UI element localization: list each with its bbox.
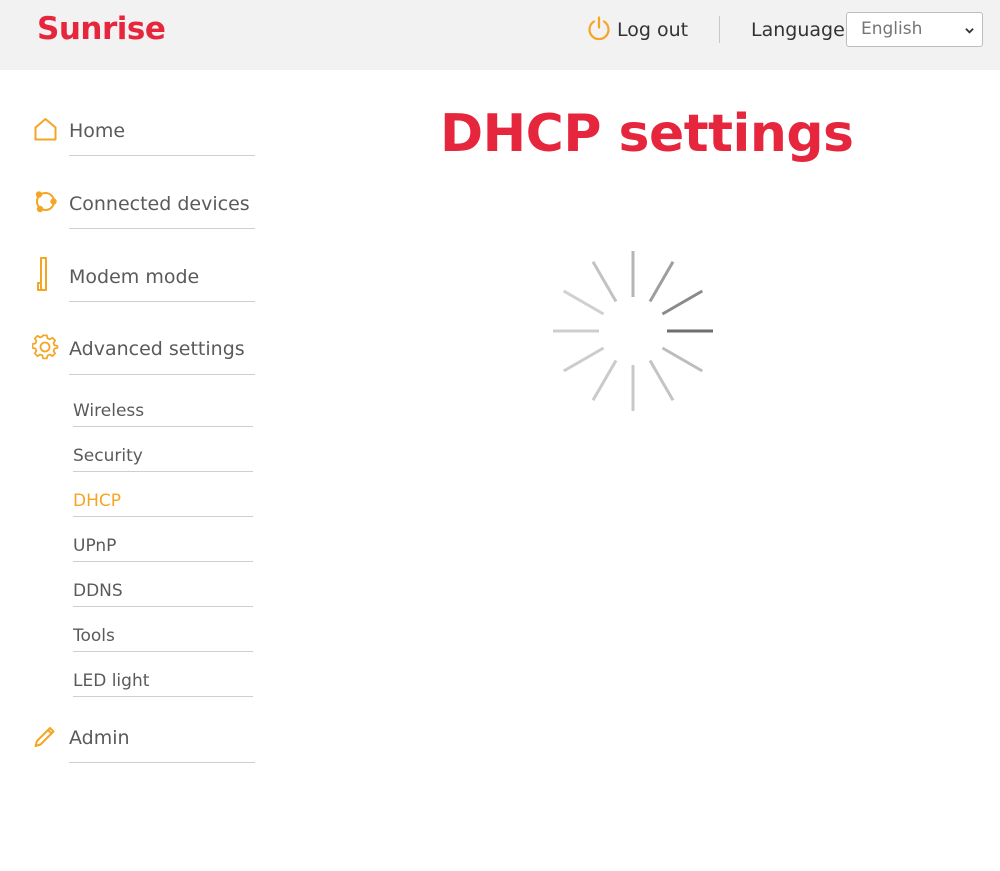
spinner-spoke (661, 346, 704, 373)
sidebar-subitem-label-active: DHCP (73, 491, 121, 511)
header-divider (719, 16, 720, 43)
spinner-spoke (648, 359, 675, 402)
sidebar-item-label: Home (69, 120, 126, 142)
sidebar-subitem-wireless[interactable]: Wireless (73, 401, 253, 427)
pencil-icon (34, 727, 55, 747)
spinner-spoke (591, 359, 618, 402)
language-selected-value: English (861, 19, 923, 39)
divider (73, 606, 253, 607)
sidebar-item-home[interactable]: Home (32, 116, 255, 156)
modem-icon (37, 257, 47, 291)
divider (73, 426, 253, 427)
divider (69, 762, 255, 763)
logout-label: Log out (617, 19, 689, 41)
divider (69, 155, 255, 156)
top-header: Sunrise Log out Language English (0, 0, 1000, 70)
gear-icon (32, 334, 59, 360)
sidebar-subitem-dhcp[interactable]: DHCP (73, 491, 253, 517)
sidebar-subitem-tools[interactable]: Tools (73, 626, 253, 652)
sidebar-subitem-label: UPnP (73, 536, 117, 556)
divider (73, 696, 253, 697)
logout-button[interactable]: Log out (586, 16, 688, 44)
sidebar-subitem-ddns[interactable]: DDNS (73, 581, 253, 607)
sidebar-subitem-label: DDNS (73, 581, 123, 601)
power-icon (586, 15, 612, 45)
spinner-spoke (562, 289, 605, 316)
sidebar-subitem-label: Tools (73, 626, 115, 646)
sunrise-logo[interactable]: Sunrise (37, 11, 166, 47)
language-select[interactable]: English (846, 12, 983, 47)
sidebar-item-label: Connected devices (69, 193, 250, 215)
sidebar-item-modem-mode[interactable]: Modem mode (32, 256, 255, 302)
connected-devices-icon (35, 191, 57, 213)
divider (73, 471, 253, 472)
sidebar-item-label: Advanced settings (69, 338, 245, 360)
sidebar-subitem-security[interactable]: Security (73, 446, 253, 472)
divider (73, 561, 253, 562)
divider (69, 301, 255, 302)
page-title: DHCP settings (440, 104, 854, 164)
spinner-spoke (648, 260, 675, 303)
divider (73, 516, 253, 517)
sidebar-subitem-label: Wireless (73, 401, 145, 421)
sidebar-item-admin[interactable]: Admin (32, 722, 255, 763)
sidebar-subitem-label: Security (73, 446, 143, 466)
home-icon (34, 118, 57, 141)
language-label: Language (751, 19, 845, 41)
spinner-spoke (562, 346, 605, 373)
divider (69, 228, 255, 229)
spinner-spoke (661, 289, 704, 316)
sidebar-subitem-label: LED light (73, 671, 150, 691)
divider (69, 374, 255, 375)
sidebar-subitem-led-light[interactable]: LED light (73, 671, 253, 697)
sidebar-item-advanced-settings[interactable]: Advanced settings (32, 333, 255, 375)
spinner-icon (553, 251, 713, 411)
sidebar-subitem-upnp[interactable]: UPnP (73, 536, 253, 562)
sidebar-item-label: Modem mode (69, 266, 200, 288)
divider (73, 651, 253, 652)
sidebar-item-label: Admin (69, 727, 130, 749)
chevron-down-icon (965, 28, 974, 34)
sidebar-item-connected-devices[interactable]: Connected devices (32, 188, 255, 229)
spinner-spoke (591, 260, 618, 303)
